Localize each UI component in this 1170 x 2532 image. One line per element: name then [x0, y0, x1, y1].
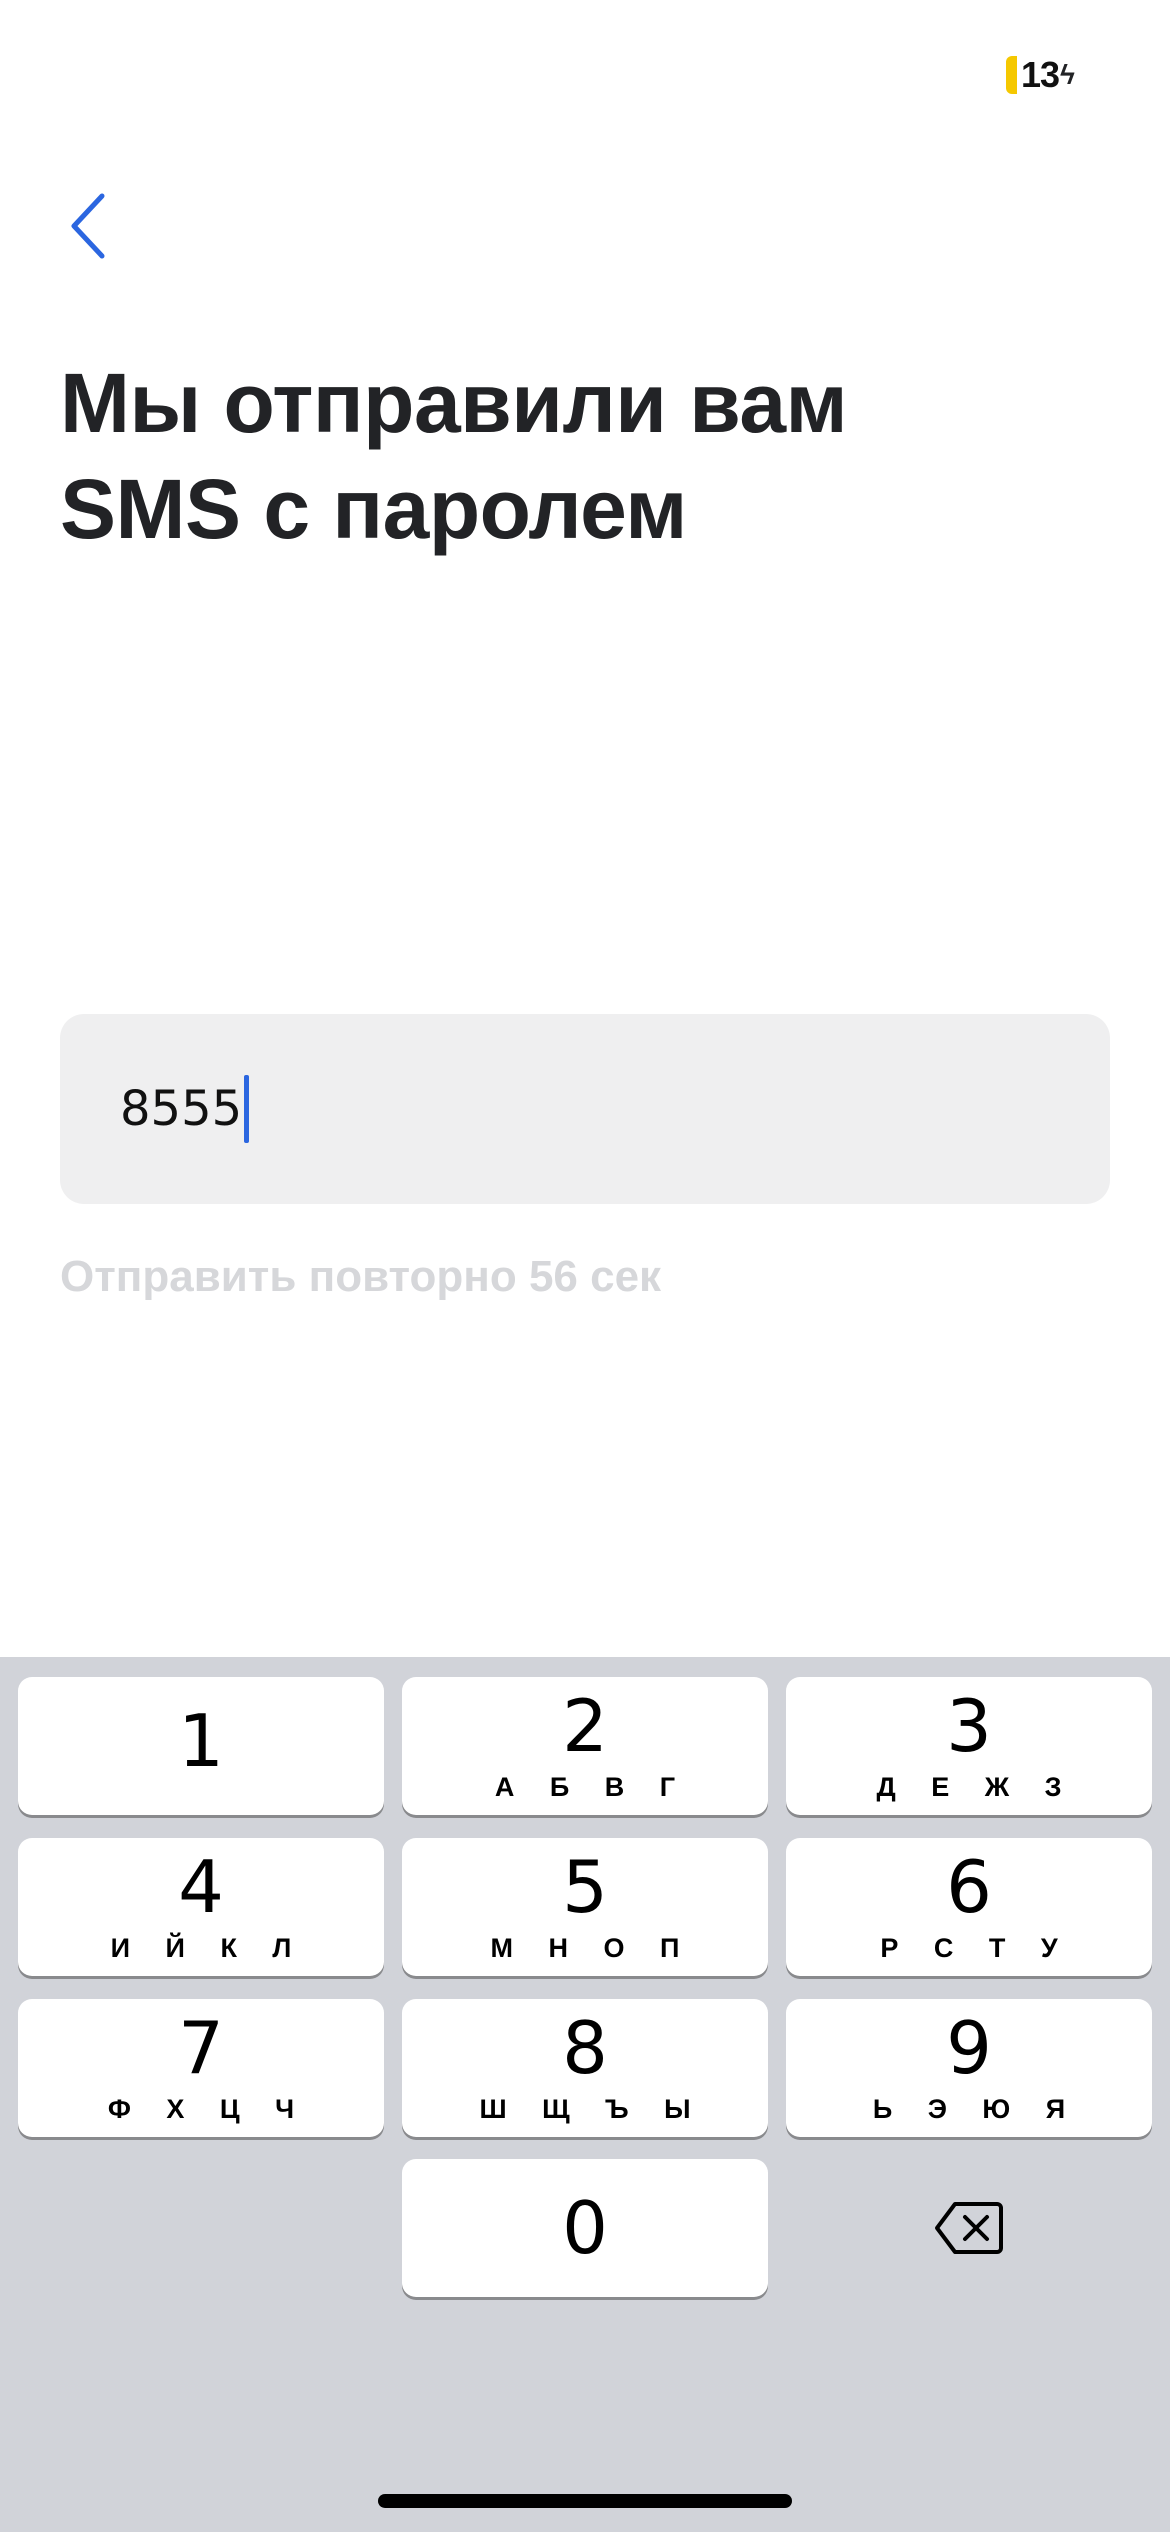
key-digit: 8 [562, 2005, 608, 2090]
text-caret [244, 1075, 250, 1143]
key-9[interactable]: 9 Ь Э Ю Я [786, 1999, 1152, 2137]
battery-percent: 13 [1021, 54, 1060, 95]
back-button[interactable] [60, 186, 120, 266]
key-digit: 6 [946, 1844, 992, 1929]
charging-bolt-icon: ϟ [1060, 59, 1075, 90]
key-digit: 2 [562, 1683, 608, 1768]
sms-code-value: 8555 [120, 1081, 243, 1137]
key-letters: Ь Э Ю Я [872, 2093, 1080, 2124]
key-digit: 3 [946, 1683, 992, 1768]
key-7[interactable]: 7 Ф Х Ц Ч [18, 1999, 384, 2137]
key-letters: И Й К Л [110, 1932, 306, 1963]
key-letters: Ш Щ Ъ Ы [479, 2093, 705, 2124]
key-1[interactable]: 1 [18, 1677, 384, 1815]
delete-button[interactable] [786, 2159, 1152, 2297]
page-title-line-2: SMS с паролем [60, 462, 687, 556]
home-indicator [378, 2494, 792, 2508]
key-digit: 7 [178, 2005, 224, 2090]
key-digit: 9 [946, 2005, 992, 2090]
key-digit: 4 [178, 1844, 224, 1929]
key-8[interactable]: 8 Ш Щ Ъ Ы [402, 1999, 768, 2137]
page-title-line-1: Мы отправили вам [60, 356, 848, 450]
key-letters: М Н О П [490, 1932, 694, 1963]
key-5[interactable]: 5 М Н О П [402, 1838, 768, 1976]
numeric-keypad: 1 2 А Б В Г 3 Д Е Ж З 4 И Й К Л 5 М Н О … [0, 1657, 1170, 2532]
battery-level-bar [1006, 56, 1017, 94]
key-digit: 5 [562, 1844, 608, 1929]
battery-indicator: 13 ϟ [1006, 54, 1075, 96]
key-letters: Д Е Ж З [876, 1771, 1076, 1802]
page-title: Мы отправили вам SMS с паролем [60, 350, 1110, 562]
sms-code-input[interactable]: 8555 [60, 1014, 1110, 1204]
key-letters: Ф Х Ц Ч [107, 2093, 309, 2124]
key-0[interactable]: 0 [402, 2159, 768, 2297]
backspace-icon [935, 2202, 1003, 2254]
resend-code-button[interactable]: Отправить повторно 56 сек [60, 1252, 661, 1302]
key-digit: 1 [178, 1699, 224, 1783]
key-3[interactable]: 3 Д Е Ж З [786, 1677, 1152, 1815]
chevron-left-icon [71, 193, 105, 259]
key-4[interactable]: 4 И Й К Л [18, 1838, 384, 1976]
key-letters: А Б В Г [494, 1771, 690, 1802]
key-2[interactable]: 2 А Б В Г [402, 1677, 768, 1815]
key-6[interactable]: 6 Р С Т У [786, 1838, 1152, 1976]
key-digit: 0 [562, 2186, 608, 2270]
key-letters: Р С Т У [880, 1932, 1072, 1963]
